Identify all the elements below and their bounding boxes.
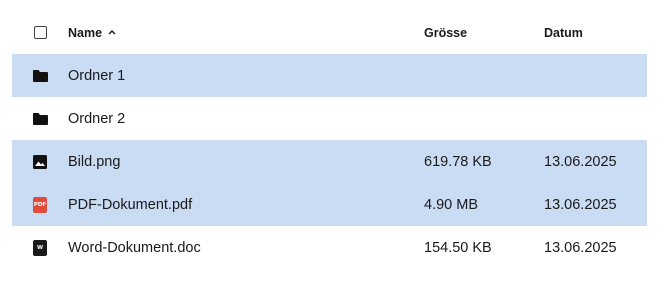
- column-header-name-label: Name: [68, 25, 103, 40]
- pdf-icon: PDF: [31, 196, 49, 214]
- sort-ascending-icon: [108, 27, 116, 37]
- table-row[interactable]: Bild.png 619.78 KB 13.06.2025: [12, 140, 647, 183]
- folder-icon: [31, 110, 49, 128]
- file-size: 619.78 KB: [424, 153, 492, 170]
- table-header: Name Grösse Datum: [12, 11, 647, 54]
- file-size: 154.50 KB: [424, 239, 492, 256]
- table-row[interactable]: W Word-Dokument.doc 154.50 KB 13.06.2025: [12, 226, 647, 269]
- column-header-size[interactable]: Grösse: [424, 26, 544, 40]
- file-size: 4.90 MB: [424, 196, 478, 213]
- file-name: Word-Dokument.doc: [68, 239, 201, 256]
- file-name: PDF-Dokument.pdf: [68, 196, 193, 213]
- table-row[interactable]: Ordner 1: [12, 54, 647, 97]
- file-date: 13.06.2025: [544, 239, 617, 256]
- column-header-name[interactable]: Name: [68, 26, 424, 40]
- table-row[interactable]: Ordner 2: [12, 97, 647, 140]
- file-date: 13.06.2025: [544, 153, 617, 170]
- column-header-date[interactable]: Datum: [544, 26, 644, 40]
- select-all-checkbox[interactable]: [33, 26, 47, 39]
- image-icon: [31, 153, 49, 171]
- word-icon: W: [31, 239, 49, 257]
- word-badge: W: [33, 239, 47, 256]
- file-date: 13.06.2025: [544, 196, 617, 213]
- file-name: Bild.png: [68, 153, 121, 170]
- folder-icon: [31, 67, 49, 85]
- table-row[interactable]: PDF PDF-Dokument.pdf 4.90 MB 13.06.2025: [12, 183, 647, 226]
- file-name: Ordner 1: [68, 67, 126, 84]
- file-list: Name Grösse Datum Ordner 1 Ordner 2 Bild…: [0, 0, 658, 296]
- pdf-badge: PDF: [33, 196, 47, 213]
- file-name: Ordner 2: [68, 110, 126, 127]
- select-all-cell: [12, 26, 68, 39]
